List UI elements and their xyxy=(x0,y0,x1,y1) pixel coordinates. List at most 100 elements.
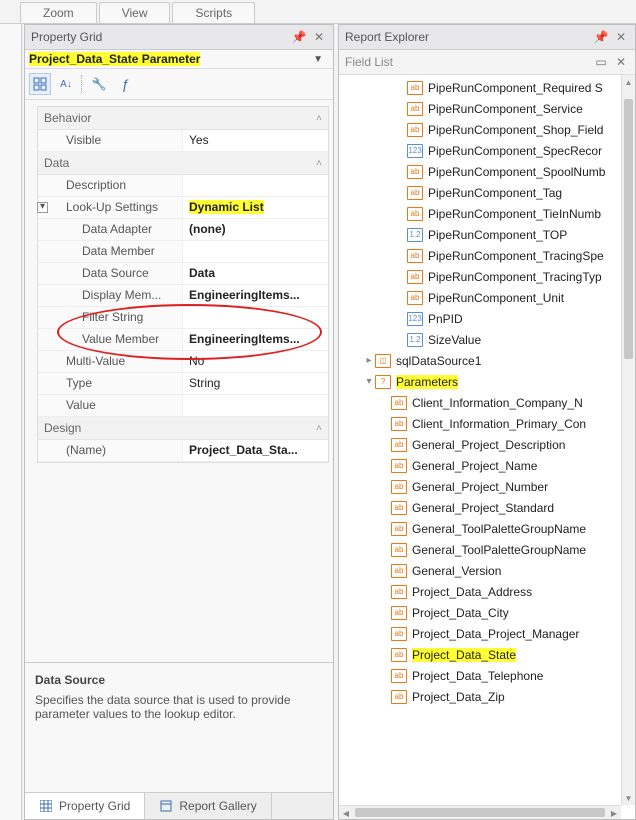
tree-toggle-icon[interactable]: ▾ xyxy=(363,376,375,387)
property-grid-title: Property Grid xyxy=(31,30,287,44)
tree-item[interactable]: abProject_Data_City xyxy=(339,602,621,623)
tree-item[interactable]: abClient_Information_Company_N xyxy=(339,392,621,413)
tree-item[interactable]: abPipeRunComponent_TracingSpe xyxy=(339,245,621,266)
tab-scripts[interactable]: Scripts xyxy=(172,2,255,23)
row-data-source[interactable]: Data Source Data xyxy=(38,263,328,285)
grid-icon xyxy=(39,799,53,813)
name-value[interactable]: Project_Data_Sta... xyxy=(183,440,328,461)
value-label: Value xyxy=(38,395,183,416)
category-behavior[interactable]: Behavior ˄ xyxy=(38,107,328,130)
field-list-tree: abPipeRunComponent_Required SabPipeRunCo… xyxy=(339,75,635,819)
type-value[interactable]: String xyxy=(183,373,328,394)
expression-button[interactable]: ƒ xyxy=(114,73,136,95)
tab-report-gallery[interactable]: Report Gallery xyxy=(145,793,271,819)
tab-zoom[interactable]: Zoom xyxy=(20,2,97,23)
tree-item[interactable]: abGeneral_Project_Standard xyxy=(339,497,621,518)
row-description[interactable]: Description xyxy=(38,175,328,197)
horizontal-scrollbar[interactable]: ◀ ▶ xyxy=(339,805,621,819)
subject-dropdown[interactable]: Project_Data_State Parameter ▼ xyxy=(25,50,333,69)
row-lookup-settings[interactable]: ▾ Look-Up Settings Dynamic List xyxy=(38,197,328,219)
tree-item[interactable]: abPipeRunComponent_SpoolNumb xyxy=(339,161,621,182)
tree-item[interactable]: abGeneral_ToolPaletteGroupName xyxy=(339,539,621,560)
data-source-value[interactable]: Data xyxy=(183,263,328,284)
category-design[interactable]: Design ˄ xyxy=(38,417,328,440)
tree-item[interactable]: ▸◫sqlDataSource1 xyxy=(339,350,621,371)
tab-report-gallery-label: Report Gallery xyxy=(179,799,256,813)
row-data-adapter[interactable]: Data Adapter (none) xyxy=(38,219,328,241)
tab-view[interactable]: View xyxy=(99,2,171,23)
tree-item[interactable]: abPipeRunComponent_Unit xyxy=(339,287,621,308)
tree-item[interactable]: abProject_Data_Project_Manager xyxy=(339,623,621,644)
pin-icon[interactable]: 📌 xyxy=(593,29,609,45)
scroll-thumb[interactable] xyxy=(624,99,633,359)
categorize-button[interactable] xyxy=(29,73,51,95)
scroll-right-icon[interactable]: ▶ xyxy=(607,806,621,819)
tree-item[interactable]: abGeneral_Version xyxy=(339,560,621,581)
tree-item-label: Project_Data_State xyxy=(412,648,516,662)
sort-button[interactable]: A↓ xyxy=(55,73,77,95)
tree-item[interactable]: abProject_Data_Address xyxy=(339,581,621,602)
tree-item[interactable]: abGeneral_Project_Description xyxy=(339,434,621,455)
row-visible[interactable]: Visible Yes xyxy=(38,130,328,152)
row-type[interactable]: Type String xyxy=(38,373,328,395)
data-member-label: Data Member xyxy=(38,241,183,262)
tree-item[interactable]: abClient_Information_Primary_Con xyxy=(339,413,621,434)
tree-item[interactable]: abPipeRunComponent_Required S xyxy=(339,77,621,98)
multi-value-value[interactable]: No xyxy=(183,351,328,372)
property-grid-panel: Property Grid 📌 ✕ Project_Data_State Par… xyxy=(24,24,334,820)
data-member-value[interactable] xyxy=(183,241,328,262)
close-icon[interactable]: ✕ xyxy=(613,54,629,70)
expand-toggle[interactable]: ▾ xyxy=(37,202,48,213)
data-adapter-value[interactable]: (none) xyxy=(183,219,328,240)
row-data-member[interactable]: Data Member xyxy=(38,241,328,263)
string-field-icon: ab xyxy=(407,249,423,263)
tree-item[interactable]: abProject_Data_State xyxy=(339,644,621,665)
display-member-value[interactable]: EngineeringItems... xyxy=(183,285,328,306)
scroll-down-icon[interactable]: ▼ xyxy=(622,791,635,805)
row-value-member[interactable]: Value Member EngineeringItems... xyxy=(38,329,328,351)
lookup-value[interactable]: Dynamic List xyxy=(183,197,328,218)
tree-item[interactable]: abGeneral_Project_Name xyxy=(339,455,621,476)
visible-value[interactable]: Yes xyxy=(183,130,328,151)
tree-item[interactable]: 123PnPID xyxy=(339,308,621,329)
scroll-up-icon[interactable]: ▲ xyxy=(622,75,635,89)
row-display-member[interactable]: Display Mem... EngineeringItems... xyxy=(38,285,328,307)
tree-item[interactable]: abPipeRunComponent_Service xyxy=(339,98,621,119)
pin-icon[interactable]: 📌 xyxy=(291,29,307,45)
tree-item[interactable]: abPipeRunComponent_Shop_Field xyxy=(339,119,621,140)
tree-item-label: General_Version xyxy=(412,564,501,578)
tree-item[interactable]: abPipeRunComponent_Tag xyxy=(339,182,621,203)
tree-item[interactable]: abProject_Data_Telephone xyxy=(339,665,621,686)
tree-item[interactable]: ▾?Parameters xyxy=(339,371,621,392)
scroll-left-icon[interactable]: ◀ xyxy=(339,806,353,819)
tree-item[interactable]: 123PipeRunComponent_SpecRecor xyxy=(339,140,621,161)
tree-item[interactable]: abGeneral_ToolPaletteGroupName xyxy=(339,518,621,539)
filter-string-value[interactable] xyxy=(183,307,328,328)
subject-text: Project_Data_State Parameter xyxy=(29,52,200,66)
wrench-button[interactable]: 🔧 xyxy=(88,73,110,95)
tree-item-label: PipeRunComponent_Required S xyxy=(428,81,603,95)
tree-item[interactable]: 1.2PipeRunComponent_TOP xyxy=(339,224,621,245)
maximize-icon[interactable]: ▭ xyxy=(593,54,609,70)
tree-item-label: PipeRunComponent_SpecRecor xyxy=(428,144,602,158)
value-member-value[interactable]: EngineeringItems... xyxy=(183,329,328,350)
row-value[interactable]: Value xyxy=(38,395,328,417)
tree-item[interactable]: abProject_Data_Zip xyxy=(339,686,621,707)
tree-item[interactable]: abPipeRunComponent_TieInNumb xyxy=(339,203,621,224)
string-field-icon: ab xyxy=(391,480,407,494)
hscroll-thumb[interactable] xyxy=(355,808,605,817)
row-name[interactable]: (Name) Project_Data_Sta... xyxy=(38,440,328,462)
tree-item[interactable]: abPipeRunComponent_TracingTyp xyxy=(339,266,621,287)
tab-property-grid[interactable]: Property Grid xyxy=(25,793,145,819)
vertical-scrollbar[interactable]: ▲ ▼ xyxy=(621,75,635,805)
close-icon[interactable]: ✕ xyxy=(613,29,629,45)
close-icon[interactable]: ✕ xyxy=(311,29,327,45)
description-value[interactable] xyxy=(183,175,328,196)
tree-toggle-icon[interactable]: ▸ xyxy=(363,355,375,366)
value-value[interactable] xyxy=(183,395,328,416)
category-data[interactable]: Data ˄ xyxy=(38,152,328,175)
row-multi-value[interactable]: Multi-Value No xyxy=(38,351,328,373)
tree-item[interactable]: 1.2SizeValue xyxy=(339,329,621,350)
tree-item[interactable]: abGeneral_Project_Number xyxy=(339,476,621,497)
row-filter-string[interactable]: Filter String xyxy=(38,307,328,329)
